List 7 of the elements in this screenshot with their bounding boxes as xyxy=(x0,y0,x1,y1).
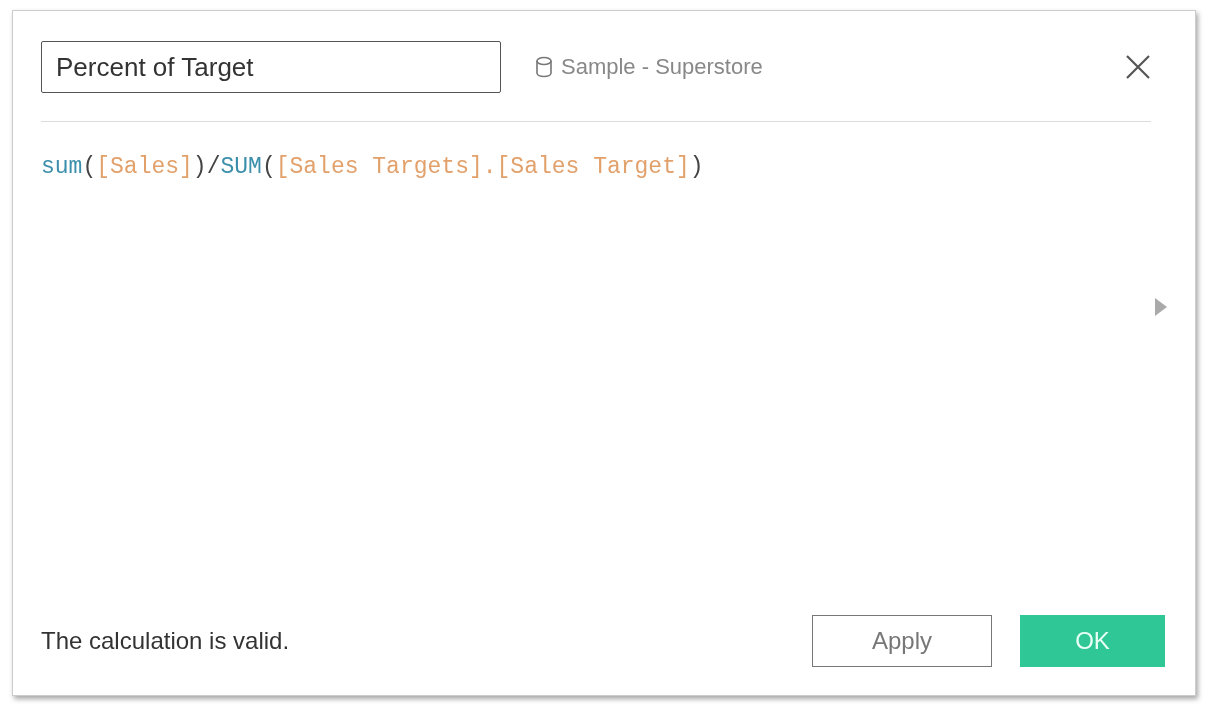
data-source-label: Sample - Superstore xyxy=(561,54,763,80)
formula-text[interactable]: sum([Sales])/SUM([Sales Targets].[Sales Target]) xyxy=(41,154,1167,180)
database-icon xyxy=(535,56,553,78)
close-icon[interactable] xyxy=(1125,54,1151,80)
status-message: The calculation is valid. xyxy=(41,627,290,655)
name-field[interactable]: Percent of Target xyxy=(41,41,501,93)
apply-button[interactable]: Apply xyxy=(812,615,992,667)
